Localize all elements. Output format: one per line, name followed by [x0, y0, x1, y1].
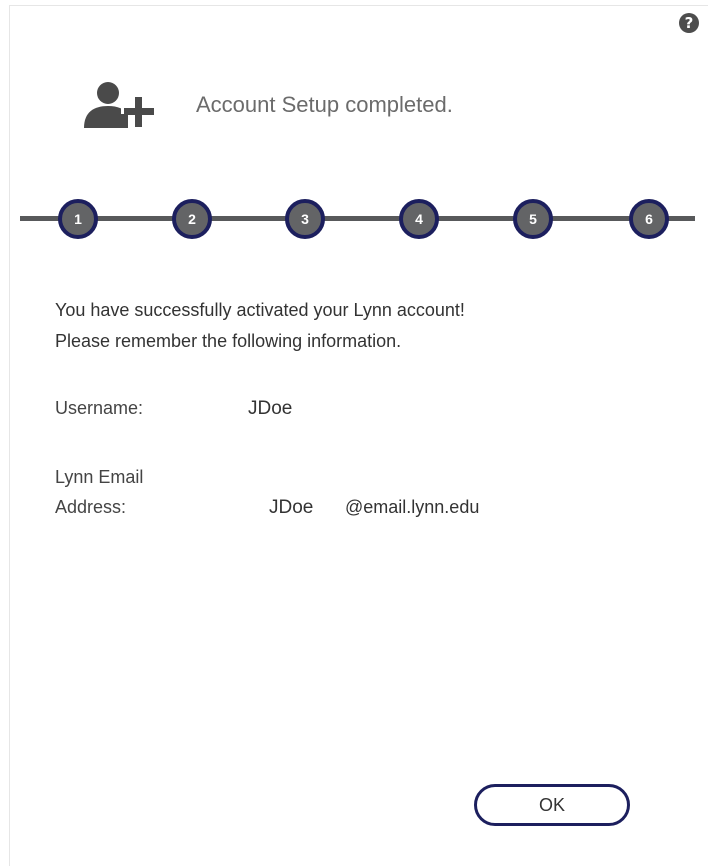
page-title: Account Setup completed. — [196, 92, 453, 117]
email-label-line2: Address: — [55, 497, 127, 517]
success-message: You have successfully activated your Lyn… — [55, 300, 465, 320]
step-2: 2 — [172, 199, 212, 239]
step-5: 5 — [513, 199, 553, 239]
account-setup-dialog — [9, 5, 708, 866]
step-3: 3 — [285, 199, 325, 239]
email-domain-value: @email.lynn.edu — [345, 497, 480, 517]
reminder-message: Please remember the following informatio… — [55, 331, 402, 351]
user-add-icon — [84, 82, 154, 128]
step-4: 4 — [399, 199, 439, 239]
help-icon[interactable]: ? — [679, 13, 699, 33]
stepper-line — [20, 216, 695, 221]
step-6: 6 — [629, 199, 669, 239]
email-user-value: JDoe — [269, 497, 314, 518]
progress-stepper: 1 2 3 4 5 6 — [20, 194, 695, 244]
email-label-line1: Lynn Email — [55, 467, 144, 487]
username-value: JDoe — [248, 398, 293, 419]
ok-button[interactable]: OK — [474, 784, 630, 826]
username-label: Username: — [55, 398, 144, 418]
step-1: 1 — [58, 199, 98, 239]
